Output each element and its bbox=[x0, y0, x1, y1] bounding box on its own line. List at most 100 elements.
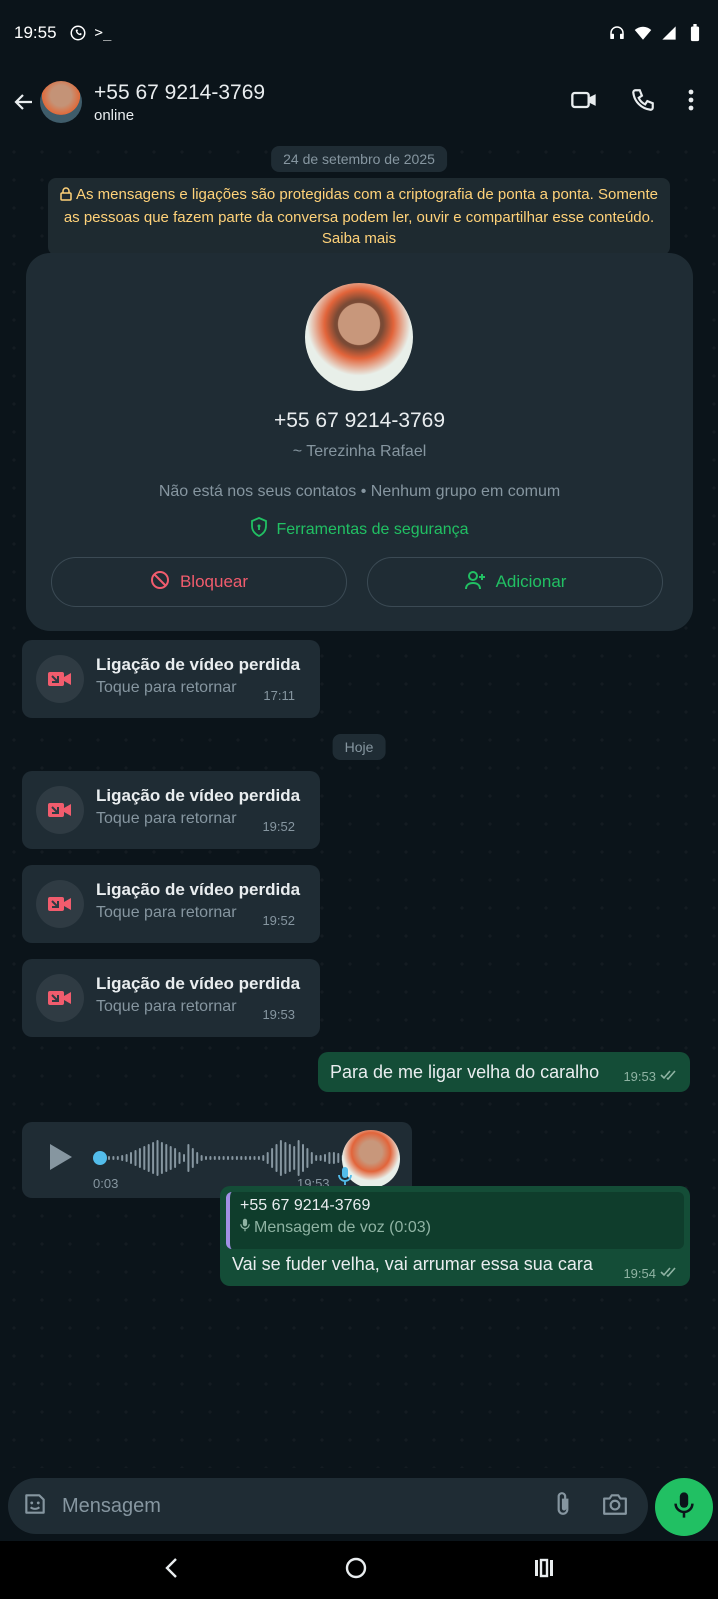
waveform-bar bbox=[178, 1152, 181, 1164]
missed-video-call-icon bbox=[36, 786, 84, 834]
voice-record-button[interactable] bbox=[655, 1478, 713, 1536]
waveform-bar bbox=[130, 1152, 132, 1164]
waveform-bar bbox=[196, 1152, 199, 1164]
waveform-bar bbox=[134, 1150, 137, 1166]
missed-call-bubble[interactable]: Ligação de vídeo perdida Toque para reto… bbox=[22, 771, 320, 849]
waveform-bar bbox=[266, 1152, 269, 1164]
message-time: 19:53 bbox=[262, 1007, 295, 1022]
missed-call-bubble[interactable]: Ligação de vídeo perdida Toque para reto… bbox=[22, 959, 320, 1037]
message-text: Para de me ligar velha do caralho bbox=[330, 1061, 600, 1082]
security-tools-link[interactable]: Ferramentas de segurança bbox=[26, 517, 693, 542]
phone-call-icon[interactable] bbox=[630, 87, 656, 118]
message-time: 19:53 bbox=[623, 1068, 656, 1084]
contact-card: +55 67 9214-3769 ~ Terezinha Rafael Não … bbox=[26, 253, 693, 631]
waveform-bar bbox=[160, 1142, 163, 1174]
shield-icon bbox=[250, 517, 268, 542]
contact-photo[interactable] bbox=[305, 283, 413, 391]
sticker-icon[interactable] bbox=[22, 1491, 48, 1522]
waveform-bar bbox=[284, 1142, 287, 1174]
missed-call-bubble[interactable]: Ligação de vídeo perdida Toque para reto… bbox=[22, 865, 320, 943]
waveform-bar bbox=[165, 1144, 168, 1172]
call-title: Ligação de vídeo perdida bbox=[96, 880, 301, 899]
waveform-bar bbox=[297, 1140, 300, 1176]
system-nav-bar bbox=[0, 1541, 718, 1599]
missed-video-call-icon bbox=[36, 655, 84, 703]
encryption-notice-text: As mensagens e ligações são protegidas c… bbox=[63, 186, 659, 247]
attach-icon[interactable] bbox=[554, 1491, 572, 1522]
whatsapp-icon bbox=[69, 24, 87, 42]
waveform-bar bbox=[319, 1155, 322, 1161]
message-time: 19:52 bbox=[262, 819, 295, 834]
waveform-bar bbox=[218, 1156, 221, 1160]
waveform-bar bbox=[302, 1144, 304, 1172]
waveform-bar bbox=[143, 1146, 146, 1170]
camera-icon[interactable] bbox=[602, 1492, 628, 1521]
contact-status: online bbox=[94, 106, 135, 124]
block-button[interactable]: Bloquear bbox=[51, 557, 347, 607]
security-tools-label: Ferramentas de segurança bbox=[276, 520, 469, 538]
waveform-bar bbox=[200, 1155, 203, 1161]
contact-name: +55 67 9214-3769 bbox=[94, 80, 266, 104]
more-options-icon[interactable] bbox=[688, 88, 694, 117]
lock-icon bbox=[60, 186, 72, 207]
nav-recents-icon[interactable] bbox=[533, 1557, 555, 1584]
chat-header: +55 67 9214-3769 online bbox=[0, 66, 718, 138]
waveform-bar bbox=[306, 1148, 309, 1168]
waveform-bar bbox=[293, 1146, 296, 1170]
outgoing-message[interactable]: Para de me ligar velha do caralho 19:53 bbox=[318, 1052, 690, 1092]
waveform-bar bbox=[315, 1155, 318, 1161]
message-time: 17:11 bbox=[263, 688, 295, 703]
contact-info[interactable]: +55 67 9214-3769 online bbox=[94, 81, 265, 124]
status-time: 19:55 bbox=[14, 23, 57, 42]
call-subtitle: Toque para retornar bbox=[96, 904, 237, 921]
waveform-bar bbox=[328, 1152, 331, 1164]
message-input[interactable]: Mensagem bbox=[62, 1495, 161, 1518]
nav-back-icon[interactable] bbox=[163, 1557, 179, 1584]
call-subtitle: Toque para retornar bbox=[96, 998, 237, 1015]
call-title: Ligação de vídeo perdida bbox=[96, 786, 301, 805]
waveform-bar bbox=[213, 1156, 216, 1160]
message-time: 19:52 bbox=[262, 913, 295, 928]
chat-area[interactable]: 24 de setembro de 2025 As mensagens e li… bbox=[0, 138, 718, 1468]
avatar[interactable] bbox=[40, 81, 82, 123]
block-label: Bloquear bbox=[179, 572, 249, 591]
add-contact-button[interactable]: Adicionar bbox=[367, 557, 663, 607]
battery-icon bbox=[686, 24, 704, 42]
mic-icon bbox=[240, 1218, 250, 1237]
encryption-notice[interactable]: As mensagens e ligações são protegidas c… bbox=[48, 178, 670, 255]
waveform-bar bbox=[249, 1156, 252, 1160]
waveform-bar bbox=[121, 1155, 124, 1161]
waveform-bar bbox=[209, 1156, 212, 1160]
call-title: Ligação de vídeo perdida bbox=[96, 974, 301, 993]
waveform-bar bbox=[174, 1148, 177, 1168]
mic-icon bbox=[674, 1491, 694, 1524]
waveform-bar bbox=[222, 1156, 225, 1160]
missed-call-bubble[interactable]: Ligação de vídeo perdida Toque para reto… bbox=[22, 640, 320, 718]
waveform-bar bbox=[257, 1156, 260, 1160]
add-person-icon bbox=[464, 570, 486, 595]
outgoing-reply-message[interactable]: +55 67 9214-3769 Mensagem de voz (0:03) … bbox=[220, 1186, 690, 1286]
voice-waveform[interactable] bbox=[92, 1140, 348, 1176]
missed-video-call-icon bbox=[36, 880, 84, 928]
waveform-bar bbox=[244, 1156, 247, 1160]
waveform-bar bbox=[262, 1155, 265, 1161]
voice-duration: 0:03 bbox=[93, 1176, 119, 1191]
date-chip: 24 de setembro de 2025 bbox=[271, 146, 447, 172]
back-arrow-icon[interactable] bbox=[8, 82, 40, 122]
waveform-bar bbox=[310, 1152, 313, 1164]
waveform-bar bbox=[288, 1144, 291, 1172]
waveform-bar bbox=[112, 1156, 115, 1160]
playback-position-dot[interactable] bbox=[93, 1151, 107, 1165]
waveform-bar bbox=[275, 1144, 278, 1172]
call-subtitle: Toque para retornar bbox=[96, 679, 237, 696]
waveform-bar bbox=[152, 1142, 155, 1174]
message-input-bar[interactable]: Mensagem bbox=[8, 1478, 648, 1534]
nav-home-icon[interactable] bbox=[344, 1556, 368, 1585]
quoted-message[interactable]: +55 67 9214-3769 Mensagem de voz (0:03) bbox=[226, 1192, 684, 1249]
waveform-bar bbox=[324, 1154, 326, 1162]
waveform-bar bbox=[183, 1154, 185, 1162]
video-call-icon[interactable] bbox=[570, 86, 598, 119]
waveform-bar bbox=[108, 1156, 110, 1160]
contact-context: Não está nos seus contatos • Nenhum grup… bbox=[158, 483, 561, 500]
play-icon[interactable] bbox=[48, 1142, 74, 1177]
